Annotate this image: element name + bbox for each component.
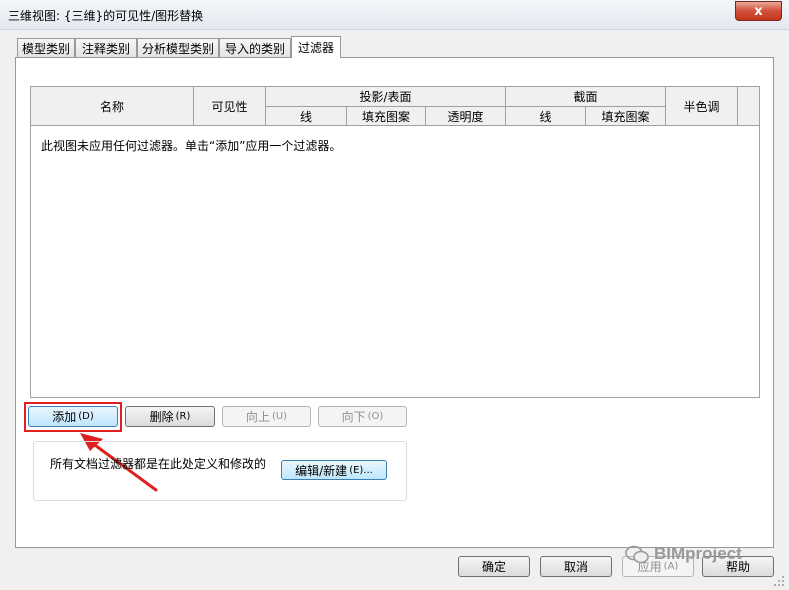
filter-definition-note: 所有文档过滤器都是在此处定义和修改的 [50,457,267,471]
watermark: BIMproject [624,544,742,564]
tab-imported-categories[interactable]: 导入的类别 [219,38,291,57]
tab-analytical-model-categories[interactable]: 分析模型类别 [137,38,219,57]
watermark-text: BIMproject [654,544,742,563]
column-header-visibility[interactable]: 可见性 [194,87,266,126]
delete-filter-shortcut: (R) [175,411,191,422]
tab-filters[interactable]: 过滤器 [291,36,341,58]
column-header-transparency[interactable]: 透明度 [426,107,506,126]
edit-new-label: 编辑/新建 [295,463,348,478]
wechat-icon [625,545,649,564]
tab-model-categories[interactable]: 模型类别 [17,38,75,57]
tab-annotation-categories[interactable]: 注释类别 [75,38,137,57]
empty-filters-message: 此视图未应用任何过滤器。单击“添加”应用一个过滤器。 [41,139,342,153]
edit-new-shortcut: (E)... [349,464,373,476]
title-bar: 三维视图: {三维}的可见性/图形替换 x [0,0,789,30]
move-up-label: 向上 [245,410,270,424]
column-header-projection-fill-pattern[interactable]: 填充图案 [347,107,426,126]
move-down-label: 向下 [341,410,366,424]
close-icon: x [754,3,763,19]
column-header-filler [738,87,759,126]
close-button[interactable]: x [735,1,782,21]
column-header-projection-surface: 投影/表面 [266,87,506,107]
column-header-projection-line[interactable]: 线 [266,107,347,126]
edit-new-button[interactable]: 编辑/新建 (E)... [281,460,387,480]
column-header-cut-fill-pattern[interactable]: 填充图案 [586,107,666,126]
window-title: 三维视图: {三维}的可见性/图形替换 [8,9,204,23]
column-header-halftone[interactable]: 半色调 [666,87,738,126]
cancel-button[interactable]: 取消 [540,556,612,577]
column-header-cut: 截面 [506,87,666,107]
move-down-shortcut: (O) [367,411,384,422]
column-header-cut-line[interactable]: 线 [506,107,586,126]
ok-button[interactable]: 确定 [458,556,530,577]
resize-grip-icon[interactable] [772,574,786,588]
move-up-button[interactable]: 向上 (U) [222,406,311,427]
filters-grid[interactable]: 名称 可见性 投影/表面 线 填充图案 透明度 截面 线 填充图案 半色调 此视… [30,86,760,398]
column-header-name[interactable]: 名称 [31,87,194,126]
move-up-shortcut: (U) [271,411,288,422]
move-down-button[interactable]: 向下 (O) [318,406,407,427]
